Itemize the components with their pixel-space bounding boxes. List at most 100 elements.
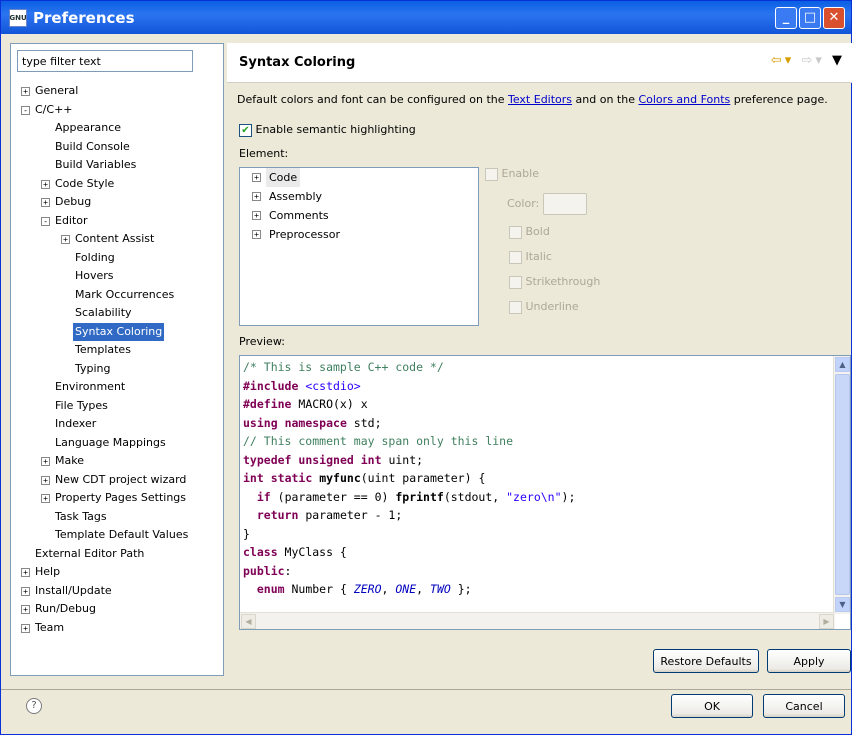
tree-item[interactable]: + Run/Debug <box>17 600 223 619</box>
tree-item[interactable]: + Team <box>17 619 223 638</box>
scroll-left-icon[interactable]: ◀ <box>241 614 256 629</box>
bold-checkbox[interactable] <box>509 225 522 239</box>
tree-item-label: Run/Debug <box>35 602 96 615</box>
collapse-icon[interactable]: - <box>41 216 50 226</box>
scroll-up-icon[interactable]: ▲ <box>835 357 850 372</box>
app-icon: GNU <box>9 8 27 27</box>
tree-item[interactable]: Scalability <box>17 304 223 323</box>
tree-item[interactable]: Indexer <box>17 415 223 434</box>
tree-item-label: Templates <box>75 343 131 356</box>
vertical-scrollbar[interactable]: ▲ ▼ <box>833 356 850 614</box>
preference-tree-panel: +General-C/C++AppearanceBuild ConsoleBui… <box>10 43 224 676</box>
scroll-down-icon[interactable]: ▼ <box>835 597 850 612</box>
tree-item[interactable]: Hovers <box>17 267 223 286</box>
tree-item[interactable]: Typing <box>17 360 223 379</box>
expand-icon[interactable]: + <box>21 586 30 596</box>
maximize-icon[interactable]: □ <box>799 6 821 29</box>
enable-checkbox[interactable] <box>485 167 498 181</box>
text-editors-link[interactable]: Text Editors <box>508 93 572 106</box>
scrollbar-thumb[interactable] <box>835 374 850 595</box>
expand-icon[interactable]: + <box>252 192 261 201</box>
tree-item[interactable]: + Debug <box>17 193 223 212</box>
tree-item[interactable]: + Property Pages Settings <box>17 489 223 508</box>
tree-item[interactable]: - Editor <box>17 212 223 231</box>
forward-arrow-icon[interactable]: ⇨▾ <box>801 53 824 68</box>
tree-item[interactable]: + Content Assist <box>17 230 223 249</box>
tree-item-label: Install/Update <box>35 583 112 597</box>
tree-item[interactable]: + Make <box>17 452 223 471</box>
element-item[interactable]: + Comments <box>240 206 478 225</box>
expand-icon[interactable]: + <box>252 173 261 182</box>
expand-icon[interactable]: + <box>21 87 30 96</box>
semantic-highlighting-option[interactable]: ✔ Enable semantic highlighting <box>239 123 416 137</box>
tree-item[interactable]: Syntax Coloring <box>17 322 223 341</box>
expand-icon[interactable]: + <box>252 211 261 220</box>
element-item[interactable]: + Assembly <box>240 187 478 206</box>
tree-item[interactable]: + Install/Update <box>17 582 223 601</box>
expand-icon[interactable]: + <box>41 179 50 189</box>
scroll-right-icon[interactable]: ▶ <box>819 614 834 629</box>
tree-item[interactable]: External Editor Path <box>17 545 223 564</box>
tree-item[interactable]: + General <box>17 82 223 101</box>
tree-item[interactable]: Folding <box>17 249 223 268</box>
help-icon[interactable]: ? <box>26 698 42 714</box>
expand-icon[interactable]: + <box>252 230 261 239</box>
element-item[interactable]: + Code <box>240 168 478 187</box>
horizontal-scrollbar[interactable]: ◀ ▶ <box>240 612 835 629</box>
italic-checkbox[interactable] <box>509 250 522 264</box>
expand-icon[interactable]: + <box>41 198 50 207</box>
tree-item[interactable]: + Code Style <box>17 175 223 194</box>
tree-item-label: Make <box>55 454 84 467</box>
tree-item[interactable]: Template Default Values <box>17 526 223 545</box>
tree-item-label: Debug <box>55 195 92 208</box>
element-item-label: Preprocessor <box>269 228 341 241</box>
tree-item-label: Hovers <box>75 269 114 282</box>
underline-checkbox[interactable] <box>509 300 522 314</box>
cancel-button[interactable]: Cancel <box>763 694 845 718</box>
semantic-highlighting-checkbox[interactable]: ✔ <box>239 123 252 137</box>
restore-defaults-button[interactable]: Restore Defaults <box>653 649 759 673</box>
code-preview[interactable]: /* This is sample C++ code */ #include <c… <box>239 355 851 630</box>
ok-button[interactable]: OK <box>671 694 753 718</box>
strikethrough-checkbox[interactable] <box>509 275 522 289</box>
expand-icon[interactable]: + <box>41 475 50 485</box>
tree-item[interactable]: Language Mappings <box>17 434 223 453</box>
minimize-icon[interactable]: _ <box>775 6 797 29</box>
bold-label: Bold <box>525 225 550 238</box>
tree-item[interactable]: Appearance <box>17 119 223 138</box>
color-label: Color: <box>507 197 540 210</box>
expand-icon[interactable]: + <box>21 568 30 577</box>
element-item[interactable]: + Preprocessor <box>240 225 478 244</box>
tree-item[interactable]: - C/C++ <box>17 101 223 120</box>
tree-item[interactable]: Build Console <box>17 138 223 157</box>
code-line: class MyClass { <box>243 545 347 559</box>
history-nav: ⇦▾ ⇨▾ ▼ <box>771 53 845 68</box>
code-line: typedef unsigned int uint; <box>243 452 424 467</box>
expand-icon[interactable]: + <box>41 494 50 503</box>
close-icon[interactable]: ✕ <box>823 6 845 29</box>
tree-item[interactable]: Mark Occurrences <box>17 286 223 305</box>
tree-item[interactable]: Environment <box>17 378 223 397</box>
code-line: enum Number { ZERO, ONE, TWO }; <box>256 582 472 596</box>
tree-item[interactable]: Build Variables <box>17 156 223 175</box>
colors-and-fonts-link[interactable]: Colors and Fonts <box>638 93 730 106</box>
expand-icon[interactable]: + <box>21 605 30 614</box>
tree-item[interactable]: + Help <box>17 563 223 582</box>
tree-item[interactable]: Task Tags <box>17 508 223 527</box>
tree-item-label: Team <box>35 620 65 634</box>
view-menu-icon[interactable]: ▼ <box>832 53 845 68</box>
tree-item-label: Mark Occurrences <box>75 287 175 301</box>
expand-icon[interactable]: + <box>41 457 50 466</box>
collapse-icon[interactable]: - <box>21 105 30 115</box>
apply-button[interactable]: Apply <box>767 649 851 673</box>
title-bar[interactable]: GNU Preferences _ □ ✕ <box>1 1 851 34</box>
back-arrow-icon[interactable]: ⇦▾ <box>771 53 794 68</box>
expand-icon[interactable]: + <box>61 235 70 244</box>
tree-item[interactable]: Templates <box>17 341 223 360</box>
filter-input[interactable] <box>17 50 193 72</box>
expand-icon[interactable]: + <box>21 623 30 633</box>
tree-item[interactable]: File Types <box>17 397 223 416</box>
color-picker-button[interactable] <box>542 193 587 215</box>
code-line: } <box>243 526 250 541</box>
tree-item[interactable]: + New CDT project wizard <box>17 471 223 490</box>
